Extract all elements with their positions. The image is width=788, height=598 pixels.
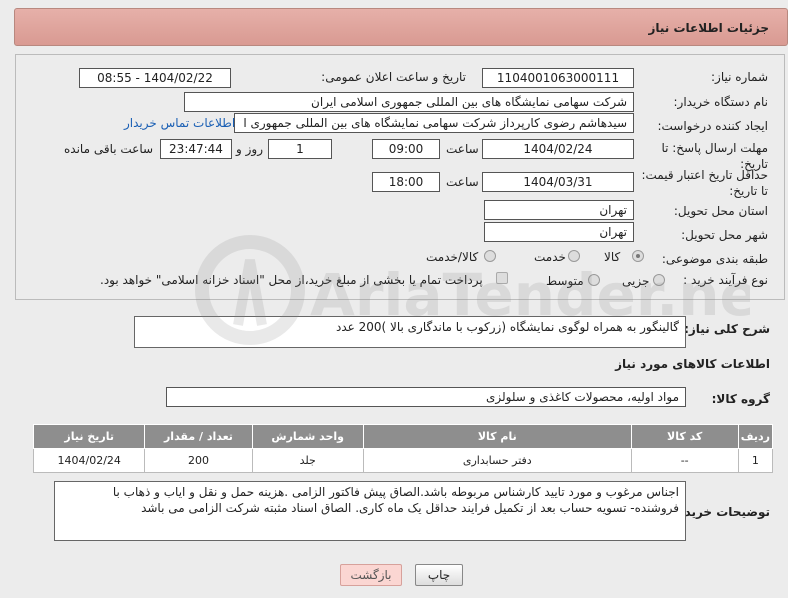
buyer-notes-textarea: اجناس مرغوب و مورد تایید کارشناس مربوطه … (54, 481, 686, 541)
goods-section-title: اطلاعات کالاهای مورد نیاز (615, 357, 770, 371)
category-radio-goods-service[interactable] (484, 250, 496, 262)
page-header: جزئیات اطلاعات نیاز (14, 8, 788, 46)
city-label: شهر محل تحویل: (681, 228, 768, 242)
goods-group-field: مواد اولیه، محصولات کاغذی و سلولزی (166, 387, 686, 407)
need-number-label: شماره نیاز: (711, 70, 768, 84)
city-field: تهران (484, 222, 634, 242)
cell-name: دفتر حسابداری (362, 448, 632, 473)
summary-label: شرح کلی نیاز: (684, 322, 770, 336)
remaining-label: ساعت باقی مانده (64, 142, 154, 156)
category-option-goods-service: کالا/خدمت (426, 250, 479, 264)
validity-time-label: ساعت (446, 175, 479, 189)
validity-time-field: 18:00 (372, 172, 440, 192)
deadline-date-field: 1404/02/24 (482, 139, 634, 159)
col-unit: واحد شمارش (251, 424, 364, 449)
process-radio-medium[interactable] (588, 274, 600, 286)
process-radio-minor[interactable] (653, 274, 665, 286)
announce-label: تاریخ و ساعت اعلان عمومی: (321, 70, 466, 84)
category-radio-service[interactable] (568, 250, 580, 262)
goods-group-label: گروه کالا: (711, 392, 770, 406)
requester-field: سیدهاشم رضوی کارپرداز شرکت سهامی نمایشگا… (234, 113, 634, 133)
category-option-service: خدمت (534, 250, 566, 264)
validity-label: حداقل تاریخ اعتبار قیمت: تا تاریخ: (641, 168, 768, 198)
buyer-org-field: شرکت سهامی نمایشگاه های بین المللی جمهور… (184, 92, 634, 112)
process-option-minor: جزیی (622, 274, 650, 288)
announce-field: 1404/02/22 - 08:55 (79, 68, 231, 88)
category-label: طبقه بندی موضوعی: (661, 252, 768, 266)
need-number-field: 1104001063000111 (482, 68, 634, 88)
summary-text: گالینگور به همراه لوگوی نمایشگاه (زرکوب … (335, 320, 679, 334)
cell-row: 1 (737, 448, 774, 473)
col-code: کد کالا (630, 424, 739, 449)
treasury-payment-note: پرداخت تمام یا بخشی از مبلغ خرید،از محل … (100, 273, 483, 287)
cell-quantity: 200 (144, 448, 253, 473)
print-button[interactable]: چاپ (415, 564, 463, 586)
province-field: تهران (484, 200, 634, 220)
goods-table: ردیف کد کالا نام کالا واحد شمارش تعداد /… (32, 424, 774, 473)
category-radio-goods[interactable] (632, 250, 644, 262)
days-label: روز و (236, 142, 263, 156)
summary-textarea: گالینگور به همراه لوگوی نمایشگاه (زرکوب … (134, 316, 686, 348)
requester-label: ایجاد کننده درخواست: (657, 119, 768, 133)
remaining-time-field: 23:47:44 (160, 139, 232, 159)
cell-code: -- (630, 448, 739, 473)
validity-date-field: 1404/03/31 (482, 172, 634, 192)
goods-table-header: ردیف کد کالا نام کالا واحد شمارش تعداد /… (32, 424, 774, 449)
buyer-notes-text: اجناس مرغوب و مورد تایید کارشناس مربوطه … (112, 485, 679, 515)
treasury-payment-checkbox[interactable] (496, 272, 508, 284)
process-option-medium: متوسط (546, 274, 584, 288)
province-label: استان محل تحویل: (673, 204, 768, 218)
back-button[interactable]: بازگشت (340, 564, 402, 586)
cell-unit: جلد (251, 448, 364, 473)
cell-date: 1404/02/24 (32, 448, 146, 473)
col-quantity: تعداد / مقدار (144, 424, 253, 449)
category-option-goods: کالا (604, 250, 621, 264)
page-title: جزئیات اطلاعات نیاز (648, 21, 769, 35)
deadline-time-field: 09:00 (372, 139, 440, 159)
col-row: ردیف (737, 424, 774, 449)
process-label: نوع فرآیند خرید : (683, 273, 768, 287)
col-name: نام کالا (362, 424, 632, 449)
deadline-time-label: ساعت (446, 142, 479, 156)
buyer-org-label: نام دستگاه خریدار: (673, 95, 769, 109)
buyer-contact-link[interactable]: اطلاعات تماس خریدار (124, 116, 235, 130)
col-date: تاریخ نیاز (32, 424, 146, 449)
remaining-days-field: 1 (268, 139, 332, 159)
table-row: 1 -- دفتر حسابداری جلد 200 1404/02/24 (32, 448, 774, 473)
